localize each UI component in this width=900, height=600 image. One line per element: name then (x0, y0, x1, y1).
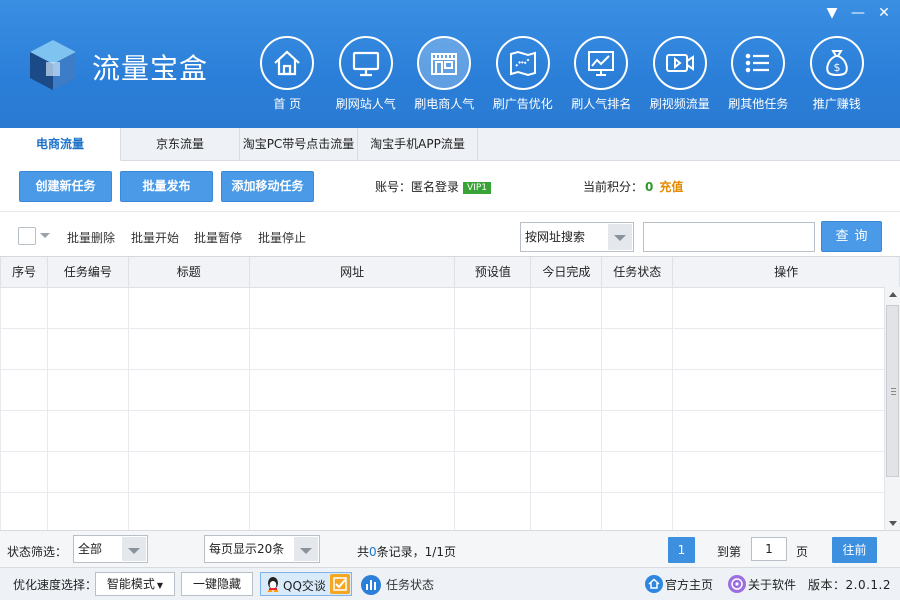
table-row (0, 409, 900, 452)
store-icon (431, 53, 458, 75)
col-task-id: 任务编号 (46, 257, 129, 288)
table-header-row: 序号 任务编号 标题 网址 预设值 今日完成 任务状态 操作 (0, 257, 900, 288)
list-icon (745, 53, 770, 73)
about-link[interactable]: 关于软件 (748, 576, 796, 593)
qq-penguin-icon (267, 577, 279, 592)
app-logo-icon (30, 40, 76, 90)
vip-badge: VIP1 (463, 182, 491, 194)
tab-jd[interactable]: 京东流量 (121, 128, 240, 161)
col-status: 任务状态 (601, 257, 674, 288)
nav-other-tasks[interactable]: 刷其他任务 (719, 36, 798, 112)
chevron-down-icon (122, 537, 146, 561)
page-1-button[interactable]: 1 (668, 537, 695, 563)
filter-label: 状态筛选： (7, 545, 68, 559)
recharge-link[interactable]: 充值 (659, 180, 683, 194)
create-task-button[interactable]: 创建新任务 (19, 171, 112, 202)
homepage-icon (645, 575, 663, 593)
pager-bar: 状态筛选： 全部 每页显示20条 共0条记录，1/1页 1 到第 1 页 往前 (0, 530, 900, 567)
check-icon (330, 574, 350, 594)
select-all-checkbox[interactable] (18, 227, 36, 245)
table-row (0, 491, 900, 530)
col-actions: 操作 (672, 257, 900, 288)
search-input[interactable] (643, 222, 815, 252)
goto-page-input[interactable]: 1 (751, 537, 787, 561)
go-button[interactable]: 往前 (832, 537, 877, 563)
batch-pause-link[interactable]: 批量暂停 (194, 229, 242, 246)
home-icon (274, 50, 300, 76)
about-icon (728, 575, 746, 593)
task-status-link[interactable]: 任务状态 (386, 576, 434, 593)
tab-ecommerce[interactable]: 电商流量 (0, 128, 121, 161)
batch-publish-button[interactable]: 批量发布 (120, 171, 213, 202)
search-mode-select[interactable]: 按网址搜索 (520, 222, 634, 252)
nav-home[interactable]: 首 页 (248, 36, 327, 112)
points-value: 0 (645, 180, 654, 194)
batch-delete-link[interactable]: 批量删除 (67, 229, 115, 246)
chevron-down-icon (608, 224, 632, 250)
query-button[interactable]: 查询 (821, 221, 882, 252)
records-info: 共0条记录，1/1页 (357, 545, 456, 559)
nav-ranking[interactable]: 刷人气排名 (562, 36, 641, 112)
add-mobile-task-button[interactable]: 添加移动任务 (221, 171, 314, 202)
qq-chat-button[interactable]: QQ交谈 (260, 572, 352, 596)
money-bag-icon: $ (826, 50, 848, 76)
homepage-link[interactable]: 官方主页 (665, 576, 713, 593)
col-title: 标题 (127, 257, 250, 288)
table-row (0, 450, 900, 493)
minimize-icon[interactable]: — (848, 4, 868, 22)
col-preset: 预设值 (454, 257, 532, 288)
app-header: 流量宝盒 ▼ — ✕ 首 页 刷网站人气 刷电商人气 刷广告优化 刷人气排名 刷… (0, 0, 900, 128)
version-label: 版本：2.0.1.2 (808, 578, 891, 592)
nav-ecommerce[interactable]: 刷电商人气 (405, 36, 484, 112)
tab-taobao-pc[interactable]: 淘宝PC带号点击流量 (240, 128, 358, 161)
batch-start-link[interactable]: 批量开始 (131, 229, 179, 246)
nav-website[interactable]: 刷网站人气 (327, 36, 406, 112)
goto-label: 到第 (717, 545, 742, 559)
col-url: 网址 (248, 257, 456, 288)
table-row (0, 368, 900, 411)
app-title: 流量宝盒 (92, 52, 209, 85)
scroll-up-icon[interactable] (889, 292, 897, 297)
col-index: 序号 (0, 257, 48, 288)
svg-text:$: $ (833, 61, 840, 74)
chart-board-icon (588, 51, 615, 76)
speed-label: 优化速度选择： (13, 578, 98, 592)
batch-stop-link[interactable]: 批量停止 (258, 229, 306, 246)
toolbar: 创建新任务 批量发布 添加移动任务 账号：匿名登录 VIP1 当前积分： 0 充值 (0, 161, 900, 211)
col-today-done: 今日完成 (530, 257, 603, 288)
table-row (0, 327, 900, 370)
account-info: 账号：匿名登录 VIP1 (375, 178, 491, 195)
close-icon[interactable]: ✕ (874, 4, 894, 22)
menu-arrow-icon[interactable]: ▼ (822, 4, 842, 22)
tab-bar: 电商流量 京东流量 淘宝PC带号点击流量 淘宝手机APP流量 (0, 128, 900, 161)
video-icon (665, 54, 694, 72)
nav-ad-optimize[interactable]: 刷广告优化 (484, 36, 563, 112)
hide-button[interactable]: 一键隐藏 (181, 572, 253, 596)
page-size-select[interactable]: 每页显示20条 (204, 535, 320, 563)
status-bar: 优化速度选择： 智能模式 ▼ 一键隐藏 QQ交谈 任务状态 官方主页 关于软件 版… (0, 567, 900, 600)
select-dropdown-icon[interactable] (40, 233, 50, 238)
account-value: 匿名登录 (411, 180, 460, 194)
status-filter-select[interactable]: 全部 (73, 535, 148, 563)
main-nav: 首 页 刷网站人气 刷电商人气 刷广告优化 刷人气排名 刷视频流量 刷其他任务 … (248, 36, 876, 112)
points-info: 当前积分： 0 充值 (583, 180, 684, 194)
speed-mode-select[interactable]: 智能模式 ▼ (95, 572, 175, 596)
map-icon (509, 50, 536, 77)
scroll-down-icon[interactable] (889, 521, 897, 526)
chevron-down-icon: ▼ (156, 581, 164, 590)
page-unit-label: 页 (796, 545, 809, 559)
scroll-thumb[interactable] (886, 305, 899, 477)
task-status-icon (361, 575, 381, 595)
nav-video[interactable]: 刷视频流量 (641, 36, 720, 112)
monitor-icon (352, 51, 379, 77)
task-table: 序号 任务编号 标题 网址 预设值 今日完成 任务状态 操作 (0, 256, 900, 530)
action-bar: 批量删除 批量开始 批量暂停 批量停止 按网址搜索 查询 (0, 211, 900, 256)
table-row (0, 286, 900, 329)
vertical-scrollbar[interactable] (884, 287, 900, 530)
tab-taobao-app[interactable]: 淘宝手机APP流量 (358, 128, 478, 161)
nav-promote[interactable]: $ 推广赚钱 (798, 36, 877, 112)
chevron-down-icon (294, 537, 318, 561)
